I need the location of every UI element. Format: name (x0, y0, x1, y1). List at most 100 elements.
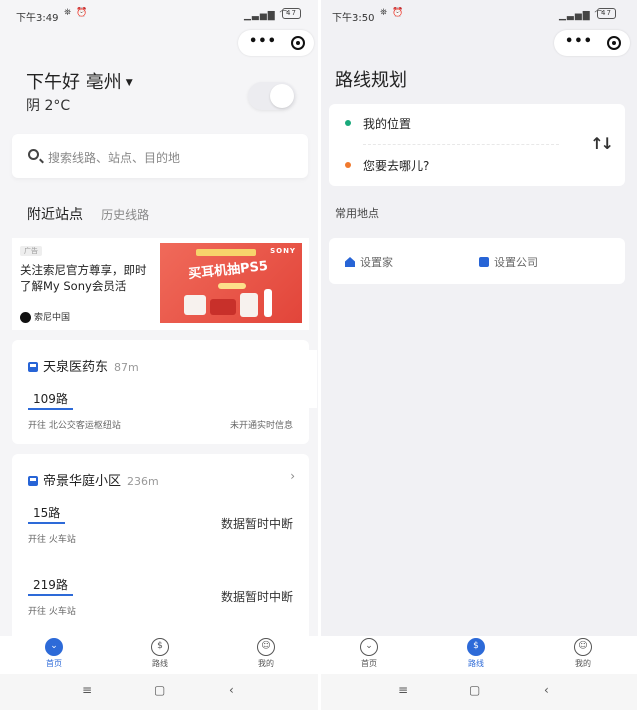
home-icon: ⌄ (45, 638, 63, 656)
realtime-status: 未开通实时信息 (229, 421, 293, 431)
ad-image-badge (196, 249, 256, 256)
brand-logo-icon (20, 312, 31, 323)
origin-dot-icon (345, 120, 351, 126)
bus-stop-icon (28, 476, 38, 486)
ad-banner[interactable]: 广告 关注索尼官方尊享，即时了解My Sony会员活 索尼中国 SONY 买耳机… (12, 238, 309, 330)
page-title: 路线规划 (335, 70, 407, 91)
route-towards: 开往 火车站 (28, 607, 76, 617)
ad-tag: 广告 (20, 246, 42, 256)
origin-field[interactable]: 我的位置 (363, 115, 411, 132)
stop-name: 帝景华庭小区 (43, 474, 122, 489)
menu-icon[interactable]: ≡ (398, 683, 408, 697)
chevron-right-icon[interactable]: › (290, 469, 295, 483)
tab-history[interactable]: 历史线路 (101, 208, 149, 222)
common-places-box: 设置家 设置公司 (329, 238, 625, 284)
tab-home[interactable]: ⌄ 首页 (24, 638, 84, 669)
toggle-knob (270, 84, 294, 108)
tab-mine-label: 我的 (258, 659, 274, 668)
location-selector[interactable]: 下午好 亳州 ▼ (26, 68, 133, 94)
profile-icon: ☺ (257, 638, 275, 656)
back-icon[interactable]: ‹ (229, 683, 234, 697)
bottom-tab-bar: ⌄ 首页 $ 路线 ☺ 我的 (0, 636, 318, 674)
route-separator (363, 144, 559, 145)
ad-brand-name: 索尼中国 (34, 313, 71, 323)
stop-distance: 236m (127, 475, 159, 488)
stop-card[interactable]: 帝景华庭小区 236m › 15路 开往 火车站 数据暂时中断 219路 开往 火… (12, 454, 309, 644)
tab-home[interactable]: ⌄ 首页 (339, 638, 399, 669)
mini-program-capsule[interactable]: ••• (554, 30, 630, 56)
search-placeholder: 搜索线路、站点、目的地 (48, 151, 181, 165)
card-extension (307, 350, 317, 408)
home-nav-icon[interactable]: ▢ (469, 683, 480, 697)
route-input-box: 我的位置 您要去哪儿? ↑↓ (329, 104, 625, 186)
route-number[interactable]: 109路 (28, 390, 73, 410)
bus-stop-icon (28, 362, 38, 372)
ad-brand: 索尼中国 (20, 310, 70, 323)
search-icon (28, 149, 39, 160)
tab-route[interactable]: $ 路线 (446, 638, 506, 669)
greeting-text: 下午好 亳州 (26, 72, 122, 93)
realtime-status: 数据暂时中断 (220, 517, 293, 531)
close-target-icon[interactable] (291, 36, 305, 50)
route-towards: 开往 北公交客运枢纽站 (28, 421, 121, 431)
stop-distance: 87m (114, 361, 139, 374)
ad-image[interactable]: SONY 买耳机抽PS5 (160, 243, 302, 323)
home-icon: ⌄ (360, 638, 378, 656)
status-bar: 下午3:50 ⛯ ⏰ ▁▃▅▇ ⌒ 47 (321, 0, 637, 30)
tab-route-label: 路线 (468, 659, 484, 668)
tab-nearby[interactable]: 附近站点 (27, 207, 83, 223)
more-icon[interactable]: ••• (565, 34, 593, 49)
weather-text: 阴 2°C (26, 98, 71, 114)
stop-title: 天泉医药东 87m (28, 356, 139, 375)
home-icon (345, 257, 355, 267)
ps5-icon (264, 289, 272, 317)
menu-icon[interactable]: ≡ (82, 683, 92, 697)
set-home-label: 设置家 (360, 256, 393, 269)
profile-icon: ☺ (574, 638, 592, 656)
destination-field[interactable]: 您要去哪儿? (363, 157, 429, 174)
system-nav-bar: ≡ ▢ ‹ (321, 674, 637, 710)
ad-image-headline: 买耳机抽PS5 (187, 258, 269, 283)
swap-icon[interactable]: ↑↓ (590, 134, 614, 153)
set-office-button[interactable]: 设置公司 (479, 254, 538, 270)
tab-mine[interactable]: ☺ 我的 (553, 638, 613, 669)
status-time: 下午3:49 (16, 13, 59, 24)
stop-card[interactable]: 天泉医药东 87m 109路 开往 北公交客运枢纽站 未开通实时信息 (12, 340, 317, 444)
console-icon (240, 293, 258, 317)
route-planning-screen: 下午3:50 ⛯ ⏰ ▁▃▅▇ ⌒ 47 ••• 路线规划 我的位置 您要去哪儿… (321, 0, 637, 710)
tab-route[interactable]: $ 路线 (130, 638, 190, 669)
bottom-tab-bar: ⌄ 首页 $ 路线 ☺ 我的 (321, 636, 637, 674)
home-nav-icon[interactable]: ▢ (154, 683, 165, 697)
ad-text: 关注索尼官方尊享，即时了解My Sony会员活 (20, 263, 147, 293)
realtime-status: 数据暂时中断 (220, 590, 293, 604)
battery-icon: 47 (282, 8, 301, 19)
tab-route-label: 路线 (152, 659, 168, 668)
back-icon[interactable]: ‹ (544, 683, 549, 697)
status-icons: ⛯ ⏰ (380, 8, 405, 18)
briefcase-icon (479, 257, 489, 267)
set-home-button[interactable]: 设置家 (345, 254, 393, 270)
station-tabs: 附近站点 历史线路 (27, 204, 149, 224)
home-screen: 下午3:49 ⛯ ⏰ ▁▃▅▇ ⌒ 47 ••• 下午好 亳州 ▼ 阴 2°C 搜… (0, 0, 318, 710)
common-places-label: 常用地点 (335, 207, 379, 220)
mini-program-capsule[interactable]: ••• (238, 30, 314, 56)
route-icon: $ (151, 638, 169, 656)
route-icon: $ (467, 638, 485, 656)
tab-mine[interactable]: ☺ 我的 (236, 638, 296, 669)
caret-down-icon: ▼ (125, 78, 133, 88)
stop-title: 帝景华庭小区 236m (28, 470, 159, 489)
route-towards: 开往 火车站 (28, 535, 76, 545)
headphones-icon (210, 299, 236, 315)
search-input[interactable]: 搜索线路、站点、目的地 (12, 134, 308, 178)
theme-toggle[interactable] (248, 82, 296, 110)
close-target-icon[interactable] (607, 36, 621, 50)
route-number[interactable]: 219路 (28, 576, 73, 596)
ad-image-button (218, 283, 246, 289)
more-icon[interactable]: ••• (249, 34, 277, 49)
product-box-icon (184, 295, 206, 315)
stop-name: 天泉医药东 (43, 360, 109, 375)
tab-mine-label: 我的 (575, 659, 591, 668)
status-time: 下午3:50 (332, 13, 375, 24)
system-nav-bar: ≡ ▢ ‹ (0, 674, 318, 710)
route-number[interactable]: 15路 (28, 504, 66, 524)
